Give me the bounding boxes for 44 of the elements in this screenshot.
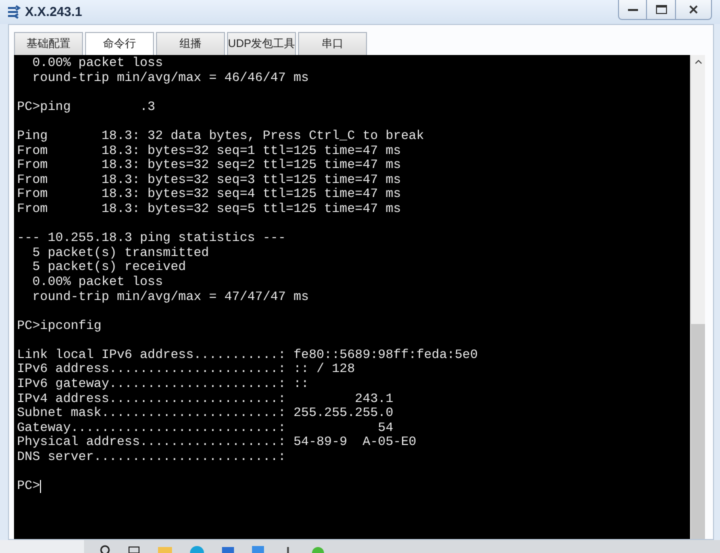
tab[interactable]: 基础配置 bbox=[14, 32, 83, 55]
terminal-line: From 18.3: bytes=32 seq=4 ttl=125 time=47 ms bbox=[17, 187, 401, 202]
terminal-line: From 18.3: bytes=32 seq=3 ttl=125 time=47 ms bbox=[17, 172, 401, 188]
terminal-line: Gateway...........................: 54 bbox=[17, 420, 394, 436]
terminal-line: Link local IPv6 address...........: fe80::5689:98ff:feda:5e0 bbox=[17, 348, 478, 362]
task-view-icon[interactable] bbox=[128, 544, 140, 553]
terminal-line: --- 10.255.18.3 ping statistics --- bbox=[17, 231, 286, 246]
terminal-line: From 18.3: bytes=32 seq=1 ttl=125 time=47 ms bbox=[17, 144, 401, 158]
terminal-line: 5 packet(s) transmitted bbox=[31, 246, 209, 260]
terminal-line: 0.00% packet loss bbox=[31, 274, 163, 290]
terminal-line: PC>ipconfig bbox=[17, 318, 102, 334]
terminal-line: From 18.3: bytes=32 seq=2 ttl=125 time=47 ms bbox=[17, 158, 401, 173]
window-title: X.X.243.1 bbox=[25, 3, 82, 22]
terminal-line: From 18.3: bytes=32 seq=5 ttl=125 time=47 ms bbox=[17, 202, 401, 217]
tab[interactable]: 组播 bbox=[156, 32, 225, 55]
network-icon bbox=[6, 4, 22, 20]
terminal-line: Physical address..................: 54-89-9 A-05-E0 bbox=[17, 435, 416, 450]
terminal-line: DNS server........................: bbox=[17, 450, 286, 465]
app-icon[interactable] bbox=[222, 544, 234, 553]
maximize-icon bbox=[656, 5, 666, 14]
minimize-icon bbox=[628, 8, 638, 11]
minimize-button[interactable] bbox=[618, 0, 647, 20]
terminal-line: IPv6 address......................: :: / 128 bbox=[17, 362, 355, 378]
tab[interactable]: UDP发包工具 bbox=[227, 32, 296, 55]
close-icon bbox=[689, 5, 698, 14]
terminal-line: IPv6 gateway......................: :: bbox=[17, 377, 309, 392]
maximize-button[interactable] bbox=[647, 0, 676, 20]
terminal-line: 0.00% packet loss bbox=[31, 56, 163, 71]
tab[interactable]: 命令行 bbox=[85, 32, 154, 55]
terminal-line: round-trip min/avg/max = 47/47/47 ms bbox=[31, 290, 309, 304]
terminal-line: IPv4 address......................: 243.1 bbox=[17, 392, 394, 406]
search-icon[interactable] bbox=[100, 544, 110, 553]
scrollbar[interactable] bbox=[690, 55, 705, 539]
scroll-thumb[interactable] bbox=[691, 324, 705, 539]
close-button[interactable] bbox=[676, 0, 712, 20]
terminal-line: round-trip min/avg/max = 46/46/47 ms bbox=[31, 70, 309, 86]
terminal-line: Subnet mask.......................: 255.255.255.0 bbox=[17, 406, 394, 421]
terminal-prompt: PC> bbox=[17, 479, 40, 494]
terminal-line: 5 packet(s) received bbox=[31, 260, 186, 275]
terminal-line: Ping 18.3: 32 data bytes, Press Ctrl_C to break bbox=[17, 128, 424, 144]
text-cursor bbox=[40, 480, 42, 494]
tab[interactable]: 串口 bbox=[298, 32, 367, 55]
scroll-up-icon[interactable] bbox=[694, 60, 702, 64]
terminal-line: PC>ping .3 bbox=[17, 100, 156, 114]
